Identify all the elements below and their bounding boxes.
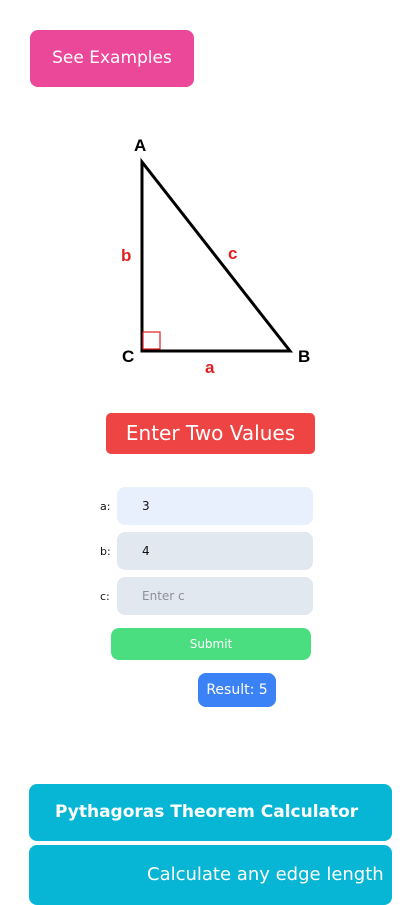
vertex-c-label: C [122,347,134,366]
field-a-label: a: [100,500,111,513]
edge-c-label: c [228,244,237,263]
field-c-label: c: [100,590,110,603]
field-c-input[interactable] [117,577,313,615]
triangle-diagram: A B C a b c [121,136,310,377]
edge-b-label: b [121,246,131,265]
enter-values-heading: Enter Two Values [106,413,315,454]
edge-a-label: a [205,358,215,377]
vertex-a-label: A [134,136,146,155]
submit-button[interactable]: Submit [111,628,311,660]
triangle-shape [140,157,294,353]
right-angle-marker [142,331,161,350]
field-b-label: b: [100,545,111,558]
field-a-input[interactable] [117,487,313,525]
field-b-input[interactable] [117,532,313,570]
calculator-subtitle-card: Calculate any edge length [29,845,392,905]
result-badge: Result: 5 [198,673,276,707]
vertex-b-label: B [298,347,310,366]
calculator-title-card: Pythagoras Theorem Calculator [29,784,392,841]
